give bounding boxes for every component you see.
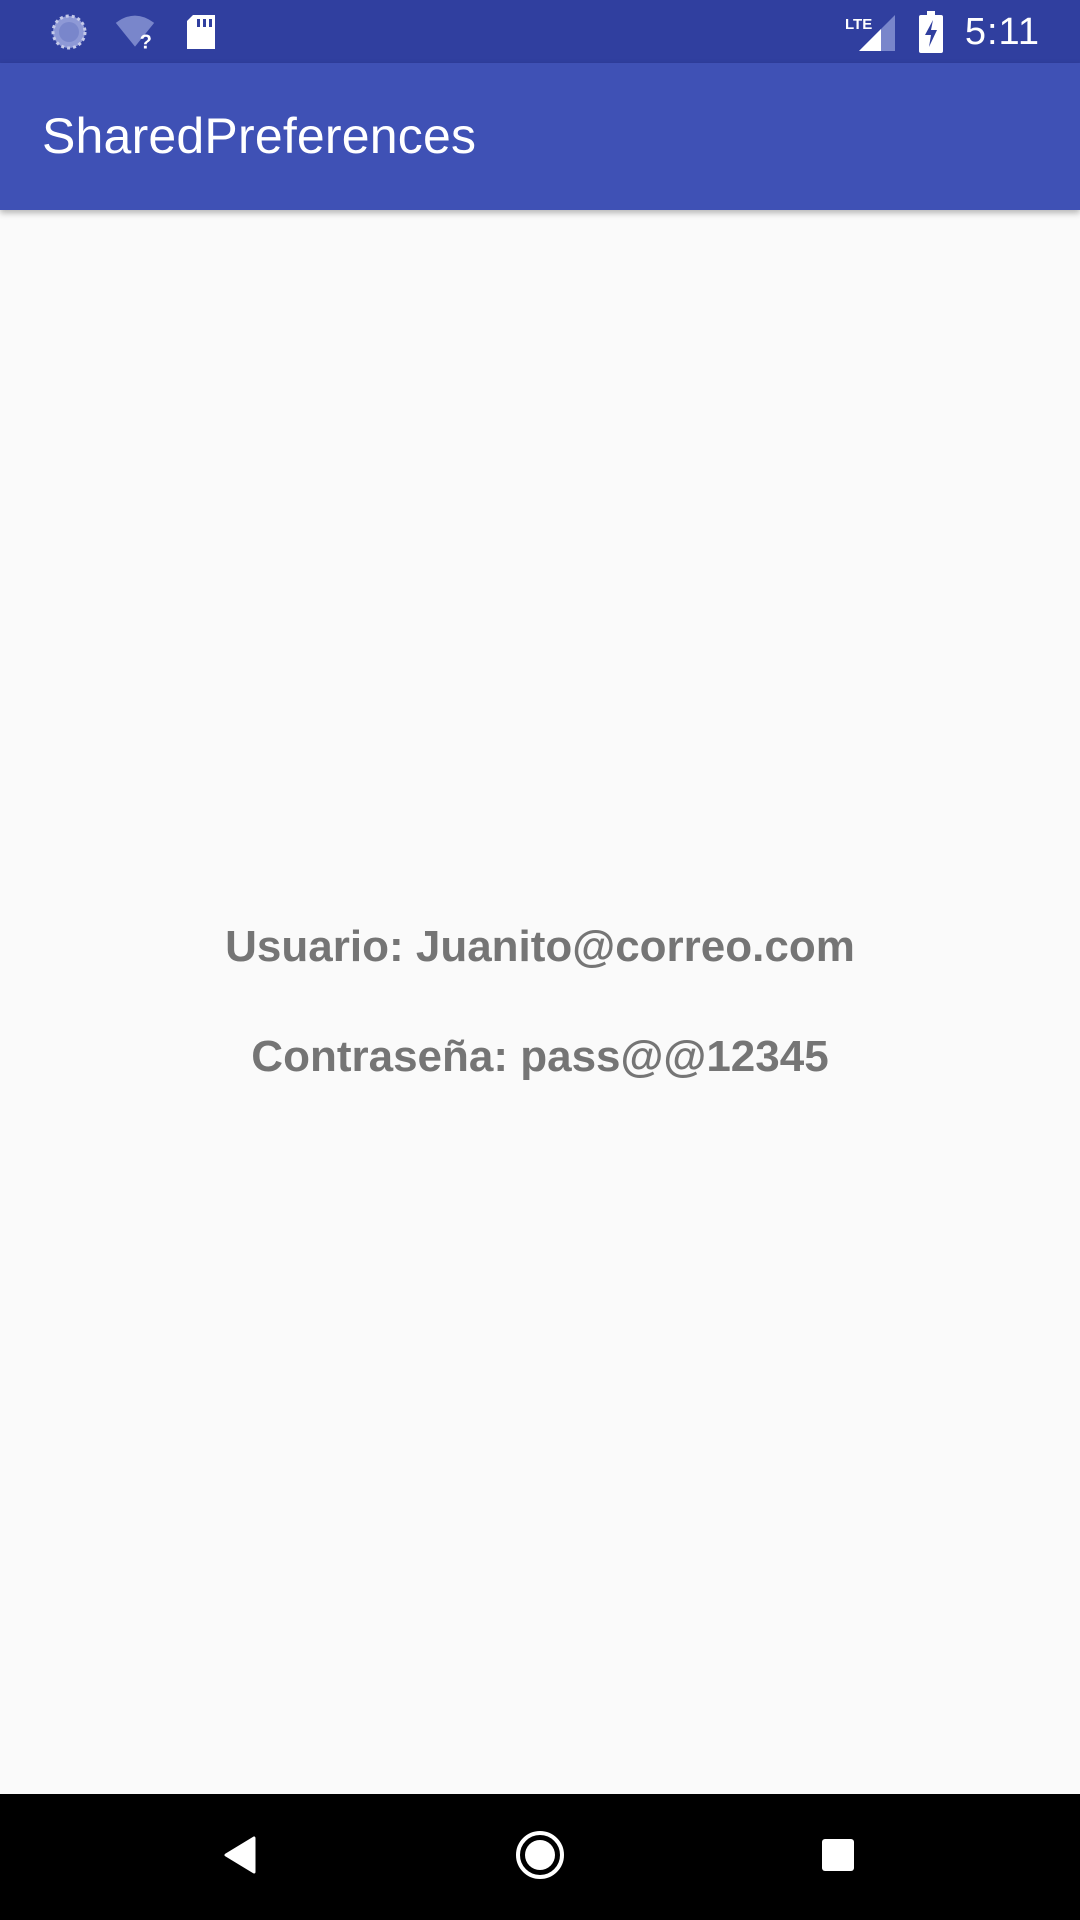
svg-text:?: ? (140, 31, 152, 52)
app-title: SharedPreferences (42, 108, 477, 164)
lte-signal-icon: LTE (845, 11, 897, 53)
battery-charging-icon (917, 11, 945, 53)
sync-icon (48, 11, 90, 53)
app-bar: SharedPreferences (0, 63, 1080, 210)
sd-card-icon (180, 11, 222, 53)
app-screen: ? LTE 5:11 SharedPreferences Usuario: Ju… (0, 0, 1080, 1920)
main-content: Usuario: Juanito@correo.com Contraseña: … (0, 210, 1080, 1794)
password-text: Contraseña: pass@@12345 (251, 1032, 829, 1081)
wifi-unknown-icon: ? (114, 11, 156, 53)
home-button[interactable] (510, 1827, 570, 1887)
back-icon (222, 1835, 258, 1880)
navigation-bar (0, 1794, 1080, 1920)
home-icon (514, 1829, 566, 1886)
user-text: Usuario: Juanito@correo.com (225, 922, 855, 971)
back-button[interactable] (210, 1827, 270, 1887)
network-type-label: LTE (845, 16, 872, 33)
status-right-icons: LTE 5:11 (845, 6, 1040, 58)
status-left-icons: ? (48, 12, 222, 52)
recents-button[interactable] (808, 1827, 868, 1887)
recents-icon (820, 1837, 856, 1878)
status-time: 5:11 (964, 10, 1040, 53)
status-bar: ? LTE 5:11 (0, 0, 1080, 63)
